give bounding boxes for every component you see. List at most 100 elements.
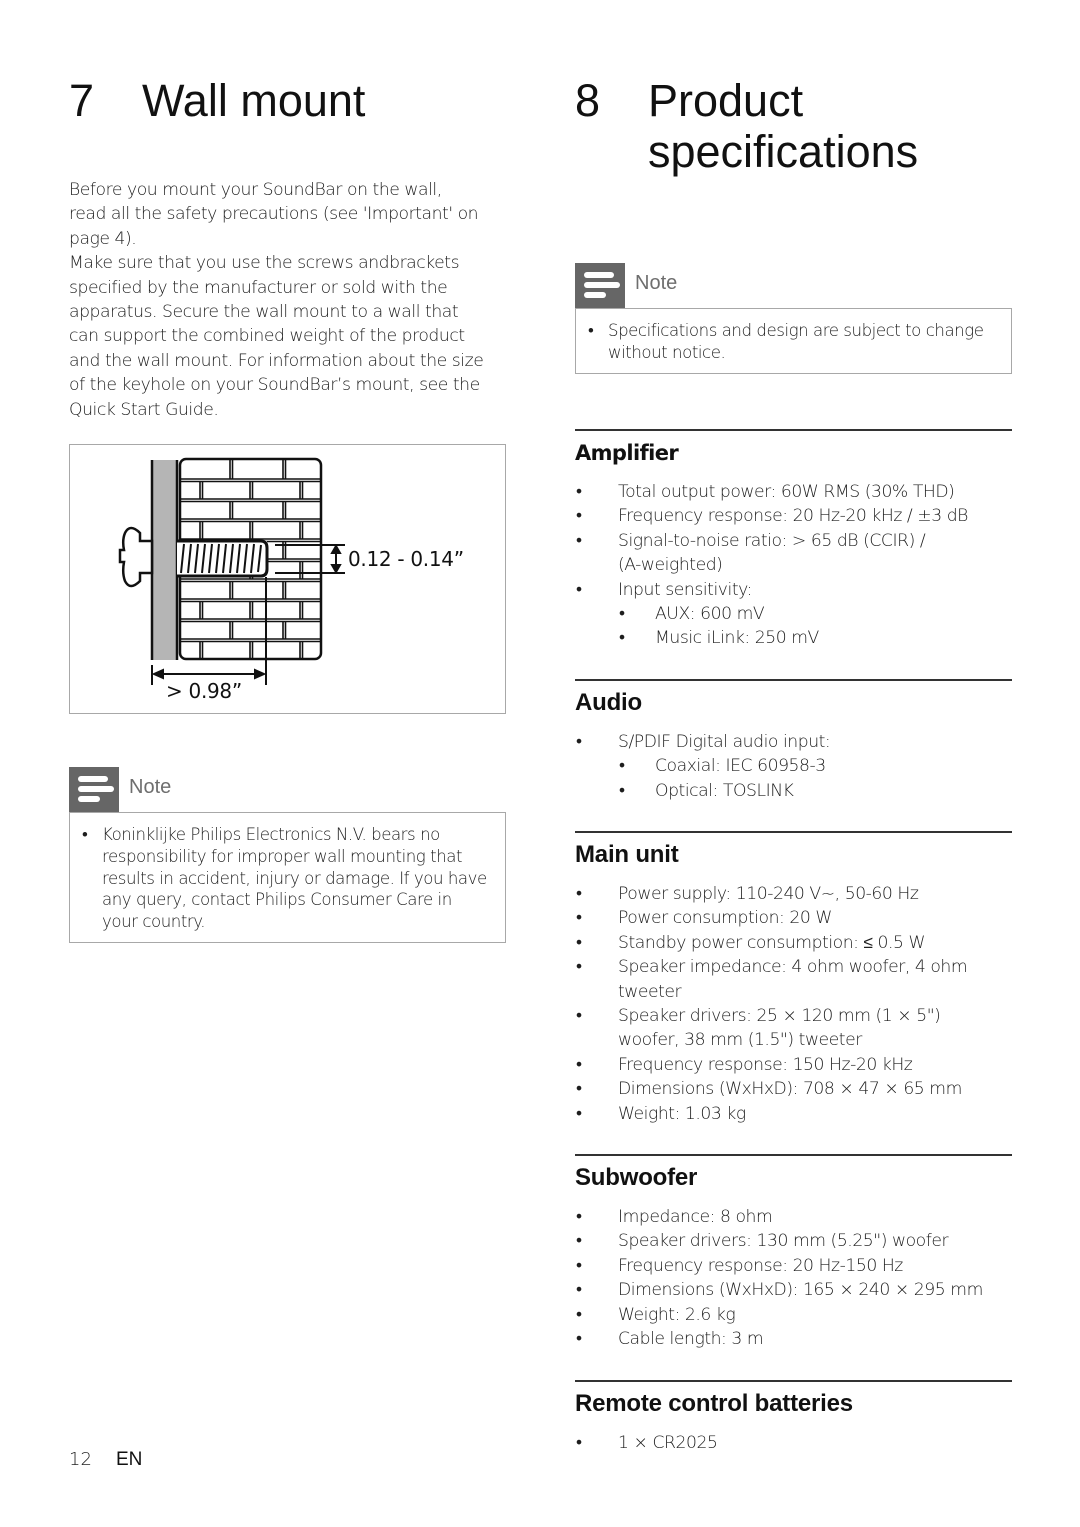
paragraph-line: apparatus. Secure the wall mount to a wa… bbox=[69, 302, 459, 323]
spec-item: • Speaker impedance: 4 ohm woofer, 4 ohm t… bbox=[575, 955, 1012, 1004]
spec-item: • S/PDIF Digital audio input: bbox=[575, 730, 1012, 754]
spec-item: • Dimensions (WxHxD): 708 × 47 × 65 mm bbox=[575, 1077, 1012, 1101]
bullet: • bbox=[576, 1103, 582, 1124]
note-header: Note bbox=[575, 263, 1012, 308]
language-code: EN bbox=[116, 1449, 143, 1470]
spec-subitem: • Coaxial: IEC 60958-3 bbox=[575, 754, 1012, 778]
chapter-title-line: Product bbox=[648, 75, 804, 126]
chapter-number: 7 bbox=[69, 75, 95, 126]
spec-item: • 1 × CR2025 bbox=[575, 1431, 1012, 1455]
paragraph-line: Before you mount your SoundBar on the wa… bbox=[69, 180, 442, 200]
bullet: • bbox=[576, 1054, 582, 1075]
screw-shaft bbox=[177, 539, 269, 578]
spec-line: Cable length: 3 m bbox=[618, 1329, 764, 1350]
spec-line: (A-weighted) bbox=[618, 555, 723, 576]
section-divider bbox=[575, 1380, 1012, 1382]
paragraph-line: and the wall mount. For information abou… bbox=[69, 350, 484, 371]
spec-item: • Dimensions (WxHxD): 165 × 240 × 295 mm bbox=[575, 1278, 1012, 1302]
note-line: your country. bbox=[102, 912, 206, 932]
chapter-8-heading: 8 Product specifications bbox=[575, 76, 1012, 186]
spec-item: • Frequency response: 20 Hz-20 kHz / ±3 d… bbox=[575, 504, 1012, 528]
bullet: • bbox=[576, 1255, 582, 1276]
note-label: Note bbox=[129, 776, 172, 798]
spec-line: Dimensions (WxHxD): 708 × 47 × 65 mm bbox=[618, 1079, 962, 1100]
bullet: • bbox=[576, 1329, 582, 1350]
bullet: • bbox=[619, 604, 625, 625]
paragraph-line: read all the safety precautions (see 'Im… bbox=[69, 204, 479, 225]
spec-line: Speaker impedance: 4 ohm woofer, 4 ohm bbox=[618, 957, 968, 978]
chapter-title-line: specifications bbox=[648, 126, 919, 177]
bullet: • bbox=[576, 530, 582, 551]
bullet: • bbox=[576, 1207, 582, 1227]
section-title: Amplifier bbox=[575, 441, 679, 465]
note-item: • Specifications and design are subject … bbox=[588, 320, 999, 364]
note-line: results in accident, injury or damage. I… bbox=[102, 868, 487, 888]
spec-list: • Impedance: 8 ohm • Speaker drivers: 130 m… bbox=[575, 1205, 1012, 1351]
section-divider bbox=[575, 831, 1012, 833]
spec-line: Speaker drivers: 25 × 120 mm (1 × 5") bbox=[618, 1006, 941, 1027]
bullet: • bbox=[576, 932, 582, 953]
spec-item: • Total output power: 60W RMS (30% THD) bbox=[575, 480, 1012, 504]
note-label: Note bbox=[635, 272, 678, 294]
bullet: • bbox=[619, 780, 625, 801]
section-title: Subwoofer bbox=[575, 1164, 698, 1191]
bullet: • bbox=[576, 732, 582, 752]
section-title: Remote control batteries bbox=[575, 1390, 853, 1417]
spec-item: • Weight: 2.6 kg bbox=[575, 1303, 1012, 1327]
spec-line: Optical: TOSLINK bbox=[655, 780, 794, 801]
spec-item: • Frequency response: 20 Hz-150 Hz bbox=[575, 1254, 1012, 1278]
spec-item: • Weight: 1.03 kg bbox=[575, 1102, 1012, 1126]
note-header: Note bbox=[69, 767, 506, 812]
paragraph-line: specified by the manufacturer or sold wi… bbox=[69, 277, 448, 298]
spec-item: • Speaker drivers: 25 × 120 mm (1 × 5") wo… bbox=[575, 1004, 1012, 1053]
spec-line: Frequency response: 20 Hz-150 Hz bbox=[618, 1255, 903, 1276]
spec-section-amplifier: Amplifier • Total output power: 60W RMS (3… bbox=[575, 429, 1012, 651]
bullet: • bbox=[576, 579, 582, 600]
spec-section-main-unit: Main unit • Power supply: 110-240 V~, 50-6… bbox=[575, 831, 1012, 1126]
spec-line: Total output power: 60W RMS (30% THD) bbox=[618, 482, 955, 502]
section-title: Audio bbox=[575, 689, 642, 716]
spec-line: Weight: 1.03 kg bbox=[618, 1103, 746, 1124]
spec-list: • Power supply: 110-240 V~, 50-60 Hz • Powe… bbox=[575, 882, 1012, 1126]
note-lines-icon bbox=[575, 263, 625, 308]
spec-section-audio: Audio • S/PDIF Digital audio input: • Coaxia… bbox=[575, 679, 1012, 803]
bullet: • bbox=[576, 908, 582, 929]
screw-head bbox=[118, 526, 154, 588]
section-divider bbox=[575, 1154, 1012, 1156]
spec-line: Input sensitivity: bbox=[618, 579, 752, 600]
spec-line: Dimensions (WxHxD): 165 × 240 × 295 mm bbox=[618, 1280, 983, 1301]
spec-line: S/PDIF Digital audio input: bbox=[618, 732, 831, 752]
spec-line: 1 × CR2025 bbox=[618, 1433, 718, 1453]
screw-depth-label: > 0.98” bbox=[166, 679, 242, 703]
wall-mount-diagram: 0.12 - 0.14” > 0.98” bbox=[69, 444, 506, 714]
note-lines-icon bbox=[69, 767, 119, 812]
note-line: any query, contact Philips Consumer Care… bbox=[102, 890, 452, 910]
wall-mount-note: Note • Koninklijke Philips Electronics N… bbox=[69, 767, 506, 943]
bullet: • bbox=[576, 1006, 582, 1027]
spec-line: AUX: 600 mV bbox=[655, 604, 765, 625]
bullet: • bbox=[576, 1079, 582, 1100]
paragraph-line: Quick Start Guide. bbox=[69, 399, 219, 420]
spec-line: Signal-to-noise ratio: > 65 dB (CCIR) / bbox=[618, 530, 926, 551]
spec-line: woofer, 38 mm (1.5") tweeter bbox=[618, 1030, 862, 1051]
spec-item: • Power consumption: 20 W bbox=[575, 906, 1012, 930]
bullet: • bbox=[576, 1231, 582, 1252]
paragraph-line: page 4). bbox=[69, 228, 137, 249]
paragraph-line: of the keyhole on your SoundBar’s mount,… bbox=[69, 375, 480, 396]
spec-section-subwoofer: Subwoofer • Impedance: 8 ohm • Speaker drive… bbox=[575, 1154, 1012, 1351]
bullet: • bbox=[576, 1304, 582, 1325]
paragraph-line: can support the combined weight of the p… bbox=[69, 326, 465, 347]
screw-diameter-label: 0.12 - 0.14” bbox=[348, 547, 464, 571]
page-number: 12 bbox=[69, 1449, 92, 1470]
chapter-number: 8 bbox=[575, 75, 601, 126]
bullet: • bbox=[576, 1280, 582, 1301]
bullet: • bbox=[619, 756, 625, 777]
spec-line: Coaxial: IEC 60958-3 bbox=[655, 756, 826, 777]
spec-item: • Signal-to-noise ratio: > 65 dB (CCIR) /… bbox=[575, 529, 1012, 578]
chapter-title: Wall mount bbox=[142, 75, 366, 126]
spec-line: tweeter bbox=[618, 981, 682, 1002]
note-body: • Specifications and design are subject … bbox=[575, 308, 1012, 374]
spec-list: • 1 × CR2025 bbox=[575, 1431, 1012, 1455]
spec-line: Impedance: 8 ohm bbox=[618, 1207, 773, 1227]
section-title: Main unit bbox=[575, 841, 679, 868]
